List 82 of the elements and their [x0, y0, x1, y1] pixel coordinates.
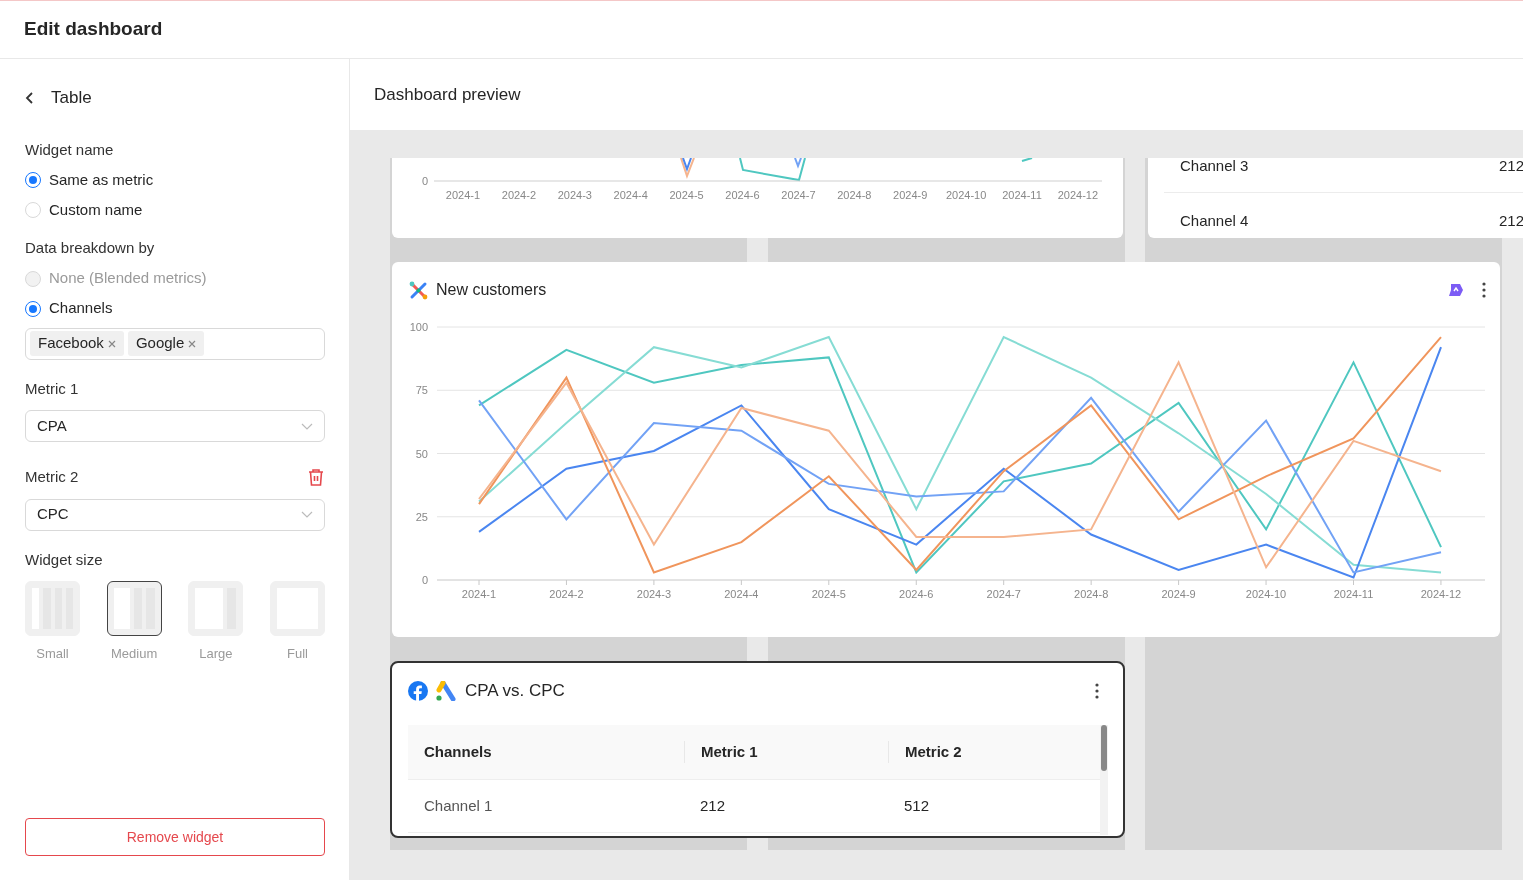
- column-header: Channels: [423, 741, 493, 762]
- axis-tick-label: 2024-2: [501, 189, 537, 201]
- size-label: Full: [287, 645, 308, 663]
- table-cell-text: 512: [903, 795, 931, 816]
- radio-button[interactable]: [25, 300, 41, 317]
- axis-tick-label: 2024-4: [613, 189, 648, 201]
- axis-tick-label: 2024-8: [837, 189, 872, 201]
- preview-title: Dashboard preview: [374, 83, 521, 106]
- axis-tick-label: 2024-3: [636, 588, 672, 600]
- axis-tick-label: 2024-9: [1161, 588, 1196, 600]
- tag-label: Google: [135, 333, 185, 354]
- google-ads-logo-icon: [435, 681, 457, 701]
- axis-tick-label: 2024-9: [893, 189, 928, 201]
- axis-tick-label: 2024-10: [1245, 588, 1287, 600]
- back-link[interactable]: Table: [51, 85, 92, 111]
- tag-input-field[interactable]: Facebook Google: [25, 327, 325, 360]
- axis-tick-label: 50: [415, 447, 428, 460]
- axis-tick-label: 2024-6: [725, 189, 760, 201]
- field-label: Metric 2: [25, 467, 79, 487]
- axis-tick-label: 0: [421, 175, 428, 187]
- size-label: Large: [199, 645, 233, 663]
- field-label: Metric 1: [25, 378, 79, 399]
- remove-widget-button[interactable]: Remove widget: [25, 818, 325, 856]
- axis-tick-label: 2024-6: [899, 588, 934, 600]
- axis-tick-label: 2024-1: [445, 189, 481, 201]
- table-cell-text: Channel 4: [1180, 213, 1249, 231]
- table-cell-text: Channel 1: [423, 795, 494, 816]
- axis-tick-label: 2024-11: [1333, 588, 1374, 600]
- chevron-down-icon: [301, 422, 313, 430]
- section-label: Data breakdown by: [25, 238, 156, 258]
- select-value: CPC: [37, 504, 69, 525]
- radio-label[interactable]: Same as metric: [49, 168, 154, 192]
- table-cell-text: Channel 3: [1180, 158, 1249, 176]
- radio-label[interactable]: Channels: [49, 297, 113, 320]
- axis-tick-label: 2024-5: [811, 588, 846, 600]
- axis-tick-label: 2024-11: [1002, 189, 1042, 201]
- axis-tick-label: 2024-7: [781, 189, 816, 201]
- axis-tick-label: 2024-12: [1057, 189, 1099, 201]
- axis-tick-label: 2024-4: [724, 588, 759, 600]
- select-field[interactable]: CPC: [25, 498, 325, 531]
- scrollbar-thumb[interactable]: [1101, 725, 1107, 771]
- column-header: Metric 1: [684, 740, 888, 764]
- axis-tick-label: 2024-10: [945, 189, 987, 201]
- facebook-logo-icon: [408, 681, 428, 701]
- trash-icon[interactable]: [307, 467, 325, 487]
- tag-label: Facebook: [38, 333, 104, 354]
- size-option[interactable]: [106, 581, 162, 636]
- widget-title: New customers: [436, 280, 548, 300]
- axis-tick-label: 2024-2: [549, 588, 584, 600]
- tag-icon[interactable]: [1448, 283, 1464, 297]
- scrollbar[interactable]: [1100, 725, 1108, 835]
- chevron-down-icon: [301, 511, 313, 518]
- widget-title: CPA vs. CPC: [465, 680, 566, 703]
- close-icon[interactable]: [107, 339, 116, 348]
- section-label: Widget size: [25, 549, 104, 570]
- section-label: Widget name: [25, 139, 115, 160]
- axis-tick-label: 2024-12: [1420, 588, 1462, 600]
- radio-label: None (Blended metrics): [49, 268, 207, 289]
- back-chevron-icon[interactable]: [25, 90, 35, 105]
- table-cell-text: 212: [1498, 213, 1523, 231]
- multicolor-x-icon: [409, 280, 428, 300]
- close-icon[interactable]: [188, 339, 197, 348]
- axis-tick-label: 75: [415, 384, 428, 397]
- select-field[interactable]: CPA: [25, 410, 325, 442]
- more-icon[interactable]: [1482, 282, 1486, 298]
- axis-tick-label: 2024-3: [557, 189, 592, 201]
- size-label: Medium: [111, 645, 158, 663]
- axis-tick-label: 0: [421, 574, 428, 586]
- table-cell-text: 212: [1498, 158, 1523, 176]
- select-value: CPA: [37, 415, 67, 436]
- more-icon[interactable]: [1095, 683, 1099, 699]
- radio-label[interactable]: Custom name: [49, 198, 143, 222]
- axis-tick-label: 2024-1: [461, 588, 497, 600]
- axis-tick-label: 2024-8: [1074, 588, 1109, 600]
- axis-tick-label: 100: [409, 321, 428, 333]
- axis-tick-label: 2024-7: [986, 588, 1021, 600]
- page-title: Edit dashboard: [24, 18, 163, 41]
- axis-tick-label: 25: [415, 510, 428, 523]
- size-label: Small: [36, 645, 69, 663]
- table-cell-text: 212: [699, 795, 727, 816]
- axis-tick-label: 2024-5: [669, 189, 704, 201]
- radio-button[interactable]: [25, 172, 41, 188]
